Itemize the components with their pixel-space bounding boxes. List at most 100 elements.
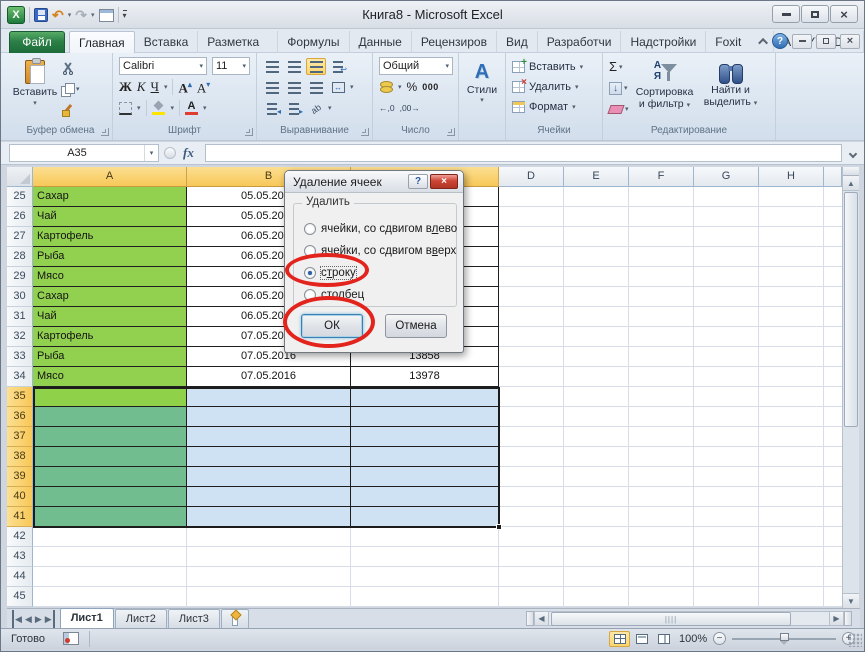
cell[interactable] bbox=[694, 487, 759, 507]
cell[interactable] bbox=[824, 507, 842, 527]
column-header[interactable]: F bbox=[629, 167, 694, 187]
cell[interactable] bbox=[759, 287, 824, 307]
first-sheet-icon[interactable]: ◀ bbox=[12, 610, 22, 628]
cell[interactable] bbox=[759, 227, 824, 247]
column-header[interactable]: G bbox=[694, 167, 759, 187]
cell[interactable] bbox=[824, 267, 842, 287]
cell[interactable] bbox=[824, 467, 842, 487]
autosum-button[interactable]: Σ▾ bbox=[607, 58, 631, 76]
cell[interactable] bbox=[187, 567, 351, 587]
cell[interactable] bbox=[564, 587, 629, 607]
cell[interactable] bbox=[499, 587, 564, 607]
bold-button[interactable]: Ж bbox=[119, 79, 132, 95]
align-bottom-button[interactable] bbox=[306, 58, 326, 75]
cell[interactable] bbox=[629, 327, 694, 347]
cell[interactable] bbox=[694, 427, 759, 447]
cell[interactable] bbox=[629, 207, 694, 227]
cell[interactable] bbox=[187, 487, 351, 507]
row-header[interactable]: 27 bbox=[7, 227, 33, 247]
sort-filter-button[interactable]: АЯ Сортировкаи фильтр ▾ bbox=[633, 58, 697, 122]
cell[interactable] bbox=[694, 547, 759, 567]
fill-color-icon[interactable] bbox=[152, 102, 166, 115]
cell[interactable] bbox=[33, 487, 187, 507]
cell[interactable] bbox=[759, 447, 824, 467]
cell[interactable] bbox=[564, 187, 629, 207]
cell[interactable] bbox=[564, 487, 629, 507]
row-header[interactable]: 45 bbox=[7, 587, 33, 607]
cell[interactable]: 07.05.2016 bbox=[187, 367, 351, 387]
cell[interactable] bbox=[351, 487, 499, 507]
cell[interactable] bbox=[629, 267, 694, 287]
zoom-level[interactable]: 100% bbox=[679, 633, 707, 645]
cell[interactable] bbox=[187, 587, 351, 607]
cell[interactable] bbox=[187, 527, 351, 547]
cell[interactable] bbox=[33, 467, 187, 487]
cell[interactable] bbox=[33, 507, 187, 527]
horizontal-scrollbar-thumb[interactable]: |||| bbox=[551, 612, 791, 626]
cell[interactable] bbox=[499, 527, 564, 547]
cell[interactable] bbox=[824, 247, 842, 267]
vertical-scrollbar[interactable]: ▲ ▼ bbox=[842, 167, 859, 608]
ribbon-tab[interactable]: Вид bbox=[497, 31, 538, 53]
file-tab[interactable]: Файл bbox=[9, 31, 65, 53]
scroll-left-icon[interactable]: ◀ bbox=[534, 611, 549, 626]
name-box-dropdown-icon[interactable]: ▾ bbox=[144, 145, 158, 161]
cell[interactable] bbox=[759, 187, 824, 207]
cell[interactable] bbox=[499, 187, 564, 207]
vertical-scrollbar-thumb[interactable] bbox=[844, 192, 858, 427]
row-header[interactable]: 44 bbox=[7, 567, 33, 587]
cell[interactable] bbox=[824, 327, 842, 347]
column-header[interactable]: A bbox=[33, 167, 187, 187]
cell[interactable] bbox=[694, 207, 759, 227]
currency-format-icon[interactable] bbox=[379, 81, 393, 94]
insert-sheet-button[interactable] bbox=[221, 609, 249, 628]
cell[interactable] bbox=[629, 347, 694, 367]
radio-icon[interactable] bbox=[304, 223, 316, 235]
ribbon-tab[interactable]: Формулы bbox=[278, 31, 349, 53]
row-header[interactable]: 43 bbox=[7, 547, 33, 567]
cell[interactable] bbox=[499, 407, 564, 427]
prev-sheet-icon[interactable]: ◀ bbox=[25, 610, 32, 628]
cell[interactable] bbox=[499, 507, 564, 527]
workbook-minimize-button[interactable] bbox=[792, 34, 812, 49]
cell[interactable] bbox=[564, 267, 629, 287]
cell[interactable] bbox=[564, 447, 629, 467]
radio-shift-up[interactable]: ячейки, со сдвигом вверх bbox=[304, 240, 457, 262]
grow-font-button[interactable]: А▴ bbox=[178, 77, 191, 96]
orientation-button[interactable]: ab bbox=[306, 100, 326, 117]
cell[interactable] bbox=[187, 427, 351, 447]
name-box[interactable]: A35 ▾ bbox=[9, 144, 159, 162]
cell[interactable] bbox=[564, 367, 629, 387]
ribbon-tab[interactable]: Вставка bbox=[135, 31, 199, 53]
row-header[interactable]: 31 bbox=[7, 307, 33, 327]
zoom-slider[interactable] bbox=[732, 632, 836, 645]
scrollbar-split-handle[interactable] bbox=[843, 167, 859, 176]
row-header[interactable]: 35 bbox=[7, 387, 33, 407]
cell[interactable] bbox=[694, 287, 759, 307]
merge-center-button[interactable]: ↔ bbox=[328, 79, 348, 96]
cell[interactable] bbox=[351, 467, 499, 487]
page-break-view-button[interactable] bbox=[653, 631, 674, 647]
restore-button[interactable] bbox=[801, 5, 829, 23]
cell[interactable] bbox=[694, 267, 759, 287]
cell[interactable] bbox=[759, 267, 824, 287]
cell[interactable] bbox=[629, 487, 694, 507]
cell[interactable] bbox=[629, 387, 694, 407]
cell[interactable] bbox=[824, 587, 842, 607]
row-header[interactable]: 39 bbox=[7, 467, 33, 487]
cell[interactable]: Рыба bbox=[33, 247, 187, 267]
row-header[interactable]: 37 bbox=[7, 427, 33, 447]
tab-split-handle[interactable] bbox=[526, 611, 534, 626]
ribbon-tab[interactable]: Разметка ст bbox=[198, 31, 278, 53]
cell[interactable] bbox=[33, 407, 187, 427]
cell[interactable] bbox=[694, 307, 759, 327]
row-header[interactable]: 33 bbox=[7, 347, 33, 367]
cell[interactable] bbox=[759, 247, 824, 267]
row-header[interactable]: 29 bbox=[7, 267, 33, 287]
cell[interactable] bbox=[351, 387, 499, 407]
cell[interactable] bbox=[629, 427, 694, 447]
cell[interactable] bbox=[351, 587, 499, 607]
cell[interactable] bbox=[351, 427, 499, 447]
cell[interactable] bbox=[629, 587, 694, 607]
font-name-select[interactable]: Calibri▾ bbox=[119, 57, 207, 75]
